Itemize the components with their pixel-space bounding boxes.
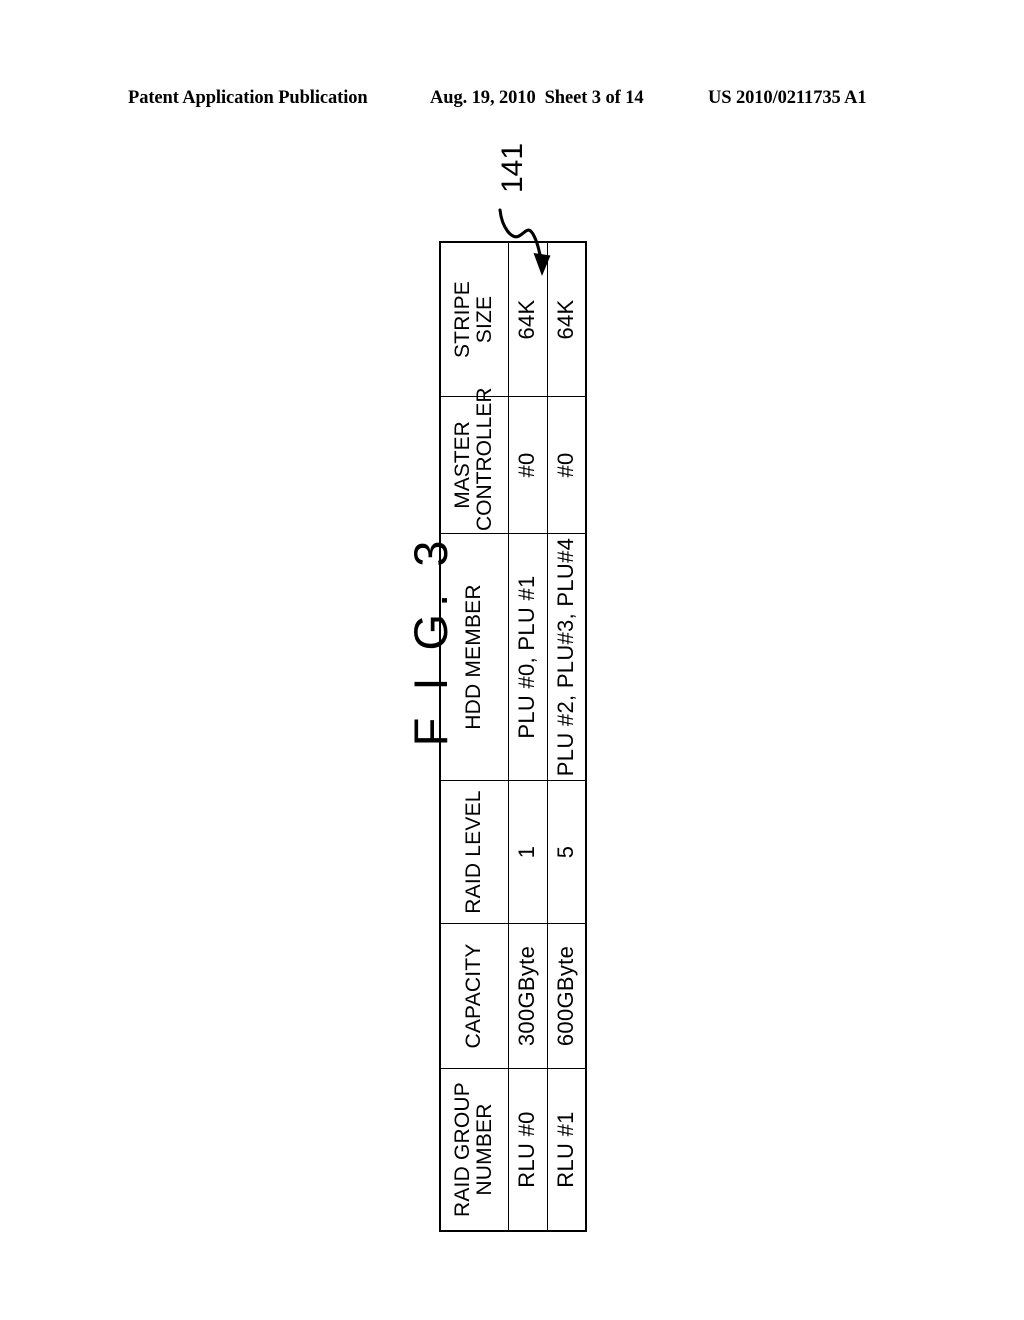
- table-header-row: RAID GROUP NUMBER CAPACITY RAID LEVEL HD…: [440, 242, 508, 1231]
- publication-header: Patent Application Publication Aug. 19, …: [0, 88, 1024, 116]
- cell-capacity: 600GByte: [547, 923, 586, 1069]
- cell-raid-level: 1: [508, 780, 547, 924]
- cell-hdd-member: PLU #0, PLU #1: [508, 533, 547, 781]
- publication-date: Aug. 19, 2010: [430, 88, 536, 108]
- reference-numeral-141: 141: [496, 142, 529, 194]
- table-row: RLU #0 300GByte 1 PLU #0, PLU #1 #0 64K: [508, 242, 547, 1231]
- publication-header-left: Patent Application Publication: [128, 88, 368, 108]
- raid-group-table: RAID GROUP NUMBER CAPACITY RAID LEVEL HD…: [439, 241, 587, 1232]
- column-header-master-controller: MASTER CONTROLLER: [440, 387, 508, 534]
- cell-hdd-member: PLU #2, PLU#3, PLU#4: [547, 533, 586, 781]
- column-header-capacity: CAPACITY: [440, 923, 508, 1069]
- cell-raid-group-number: RLU #0: [508, 1068, 547, 1231]
- column-header-hdd-member: HDD MEMBER: [440, 533, 508, 781]
- cell-raid-level: 5: [547, 780, 586, 924]
- cell-capacity: 300GByte: [508, 923, 547, 1069]
- publication-header-center: Aug. 19, 2010 Sheet 3 of 14: [430, 88, 644, 109]
- cell-master-controller: #0: [547, 396, 586, 534]
- cell-stripe-size: 64K: [547, 242, 586, 397]
- cell-master-controller: #0: [508, 396, 547, 534]
- column-header-raid-group-number: RAID GROUP NUMBER: [440, 1068, 508, 1231]
- column-header-stripe-size: STRIPE SIZE: [440, 242, 508, 397]
- column-header-raid-level: RAID LEVEL: [440, 780, 508, 924]
- cell-raid-group-number: RLU #1: [547, 1068, 586, 1231]
- sheet-number: Sheet 3 of 14: [544, 88, 644, 108]
- table-row: RLU #1 600GByte 5 PLU #2, PLU#3, PLU#4 #…: [547, 242, 586, 1231]
- publication-number: US 2010/0211735 A1: [708, 88, 867, 108]
- cell-stripe-size: 64K: [508, 242, 547, 397]
